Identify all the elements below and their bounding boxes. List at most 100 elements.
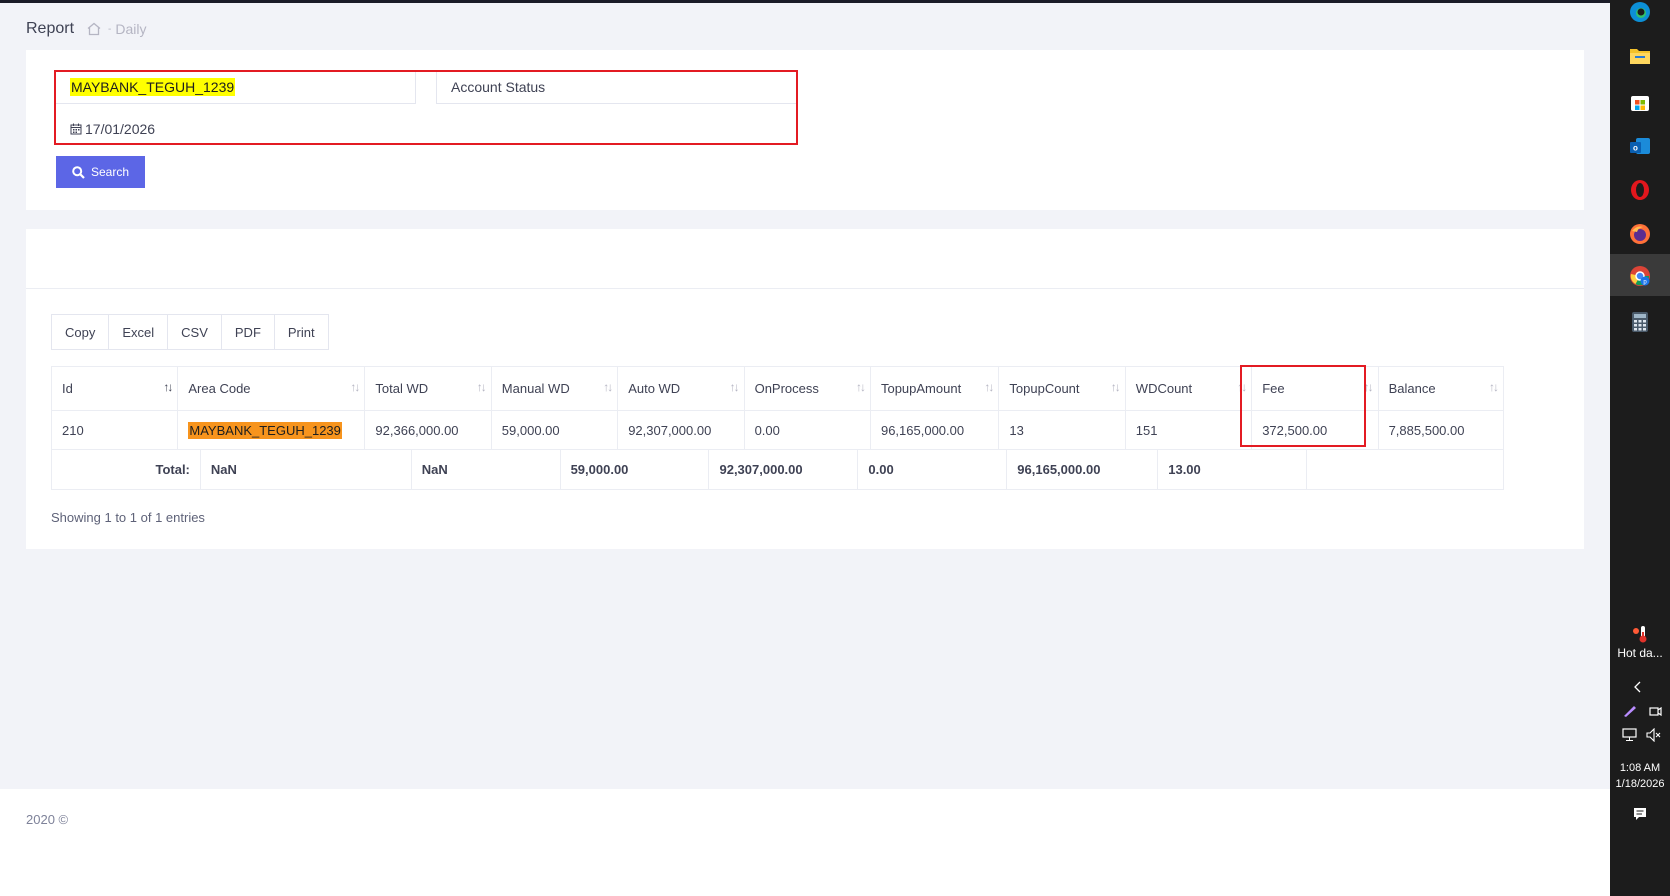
pen-icon[interactable] [1622,704,1638,721]
sort-asc-icon: ↑↓ [163,380,173,394]
clock-time: 1:08 AM [1619,762,1661,774]
pdf-button[interactable]: PDF [221,315,275,349]
windows-taskbar: o p Hot da... 1:08 AM 1/18/2026 [1610,0,1670,896]
export-buttons: Copy Excel CSV PDF Print [51,314,329,350]
table-row: 210 MAYBANK_TEGUH_1239 92,366,000.00 59,… [50,410,1505,450]
sort-icon: ↑↓ [729,380,740,394]
sort-icon: ↑↓ [1110,380,1121,394]
column-header-wd-count[interactable]: WDCount ↑↓ [1124,366,1253,411]
column-header-onprocess[interactable]: OnProcess ↑↓ [743,366,871,411]
svg-text:o: o [1633,144,1638,153]
cell-id: 210 [50,410,179,450]
date-field[interactable]: 17/01/2026 [56,114,796,144]
column-header-total-wd[interactable]: Total WD ↑↓ [364,366,492,411]
total-value: 96,165,000.00 [1006,449,1159,490]
column-label: Fee [1262,381,1285,396]
sort-icon: ↑↓ [1363,380,1374,394]
sort-icon: ↑↓ [1489,380,1499,394]
csv-button[interactable]: CSV [168,315,222,349]
chevron-left-icon[interactable] [1632,681,1644,696]
column-header-balance[interactable]: Balance ↑↓ [1377,366,1505,411]
notification-icon[interactable] [1632,806,1648,825]
column-label: TopupAmount [880,381,962,396]
column-header-topup-amount[interactable]: TopupAmount ↑↓ [869,366,1000,411]
column-header-fee[interactable]: Fee ↑↓ [1251,366,1379,411]
page-title: Report [26,20,75,37]
cell-auto-wd: 92,307,000.00 [617,410,745,450]
breadcrumb-daily[interactable]: Daily [115,21,146,37]
column-header-area-code[interactable]: Area Code ↑↓ [177,366,366,411]
column-header-id[interactable]: Id ↑↓ [50,366,179,411]
cell-topup-count: 13 [998,410,1126,450]
cell-topup-amount: 96,165,000.00 [869,410,1000,450]
opera-icon[interactable] [1628,178,1652,202]
column-header-manual-wd[interactable]: Manual WD ↑↓ [490,366,619,411]
total-value: NaN [410,449,561,490]
column-label: Manual WD [501,381,570,396]
outlook-icon[interactable]: o [1628,134,1652,158]
total-value [1306,449,1504,490]
totals-table: Total: NaN NaN 59,000.00 92,307,000.00 0… [51,449,1504,490]
total-value: 0.00 [857,449,1008,490]
file-explorer-icon[interactable] [1628,44,1652,68]
footer-copyright: 2020 © [26,812,69,827]
chrome-profile-icon[interactable]: p [1628,264,1652,288]
column-label: TopupCount [1009,381,1080,396]
cell-onprocess: 0.00 [743,410,871,450]
cell-wd-count: 151 [1124,410,1253,450]
column-label: Id [62,381,73,396]
network-icon[interactable] [1622,728,1638,745]
account-status-select[interactable]: Account Status [436,70,796,104]
edge-icon[interactable] [1628,0,1652,24]
account-value: MAYBANK_TEGUH_1239 [70,77,236,96]
column-header-topup-count[interactable]: TopupCount ↑↓ [998,366,1126,411]
cell-fee: 372,500.00 [1251,410,1379,450]
cell-balance: 7,885,500.00 [1377,410,1505,450]
column-label: Area Code [188,381,251,396]
footer: 2020 © [0,789,1610,896]
table-info: Showing 1 to 1 of 1 entries [51,510,205,525]
excel-button[interactable]: Excel [109,315,169,349]
area-code-value: MAYBANK_TEGUH_1239 [188,421,342,439]
search-icon [72,165,85,179]
sort-icon: ↑↓ [476,380,487,394]
column-label: OnProcess [754,381,819,396]
account-status-placeholder: Account Status [451,78,546,95]
store-icon[interactable] [1628,90,1652,114]
copy-button[interactable]: Copy [52,315,110,349]
page-header: Report - Daily [26,16,147,42]
column-label: Auto WD [628,381,681,396]
totals-label: Total: [51,449,201,490]
date-value: 17/01/2026 [85,120,156,137]
total-value: 13.00 [1157,449,1308,490]
search-button[interactable]: Search [56,156,145,188]
home-icon[interactable] [86,21,102,37]
cell-manual-wd: 59,000.00 [490,410,619,450]
total-value: NaN [199,449,412,490]
sort-icon: ↑↓ [855,380,866,394]
app-window: Report - Daily MAYBANK_TEGUH_1239 Accoun… [0,3,1610,896]
weather-widget[interactable]: Hot da... [1610,624,1670,660]
breadcrumb-separator: - [108,23,112,35]
calculator-icon[interactable] [1628,310,1652,334]
weather-text: Hot da... [1617,646,1663,660]
print-button[interactable]: Print [274,315,328,349]
clock-date: 1/18/2026 [1615,778,1665,790]
total-value: 59,000.00 [559,449,710,490]
filter-card: MAYBANK_TEGUH_1239 Account Status 17/01/… [26,50,1584,210]
column-header-auto-wd[interactable]: Auto WD ↑↓ [617,366,745,411]
report-card: Copy Excel CSV PDF Print Id ↑↓ Area Code ↑… [26,229,1584,549]
sort-icon: ↑↓ [1237,380,1247,394]
table-header-row: Id ↑↓ Area Code ↑↓ Total WD ↑↓ Manual WD ↑↓ … [50,366,1505,411]
taskbar-clock[interactable]: 1:08 AM 1/18/2026 [1610,760,1670,792]
column-label: WDCount [1135,381,1193,396]
thermometer-icon [1610,624,1670,646]
volume-muted-icon[interactable] [1646,727,1662,745]
column-label: Balance [1388,381,1436,396]
calendar-icon [70,123,82,135]
account-select[interactable]: MAYBANK_TEGUH_1239 [56,70,416,104]
firefox-icon[interactable] [1628,222,1652,246]
meet-now-icon[interactable] [1648,704,1662,721]
sort-icon: ↑↓ [350,380,360,394]
totals-row: Total: NaN NaN 59,000.00 92,307,000.00 0… [51,449,1504,490]
